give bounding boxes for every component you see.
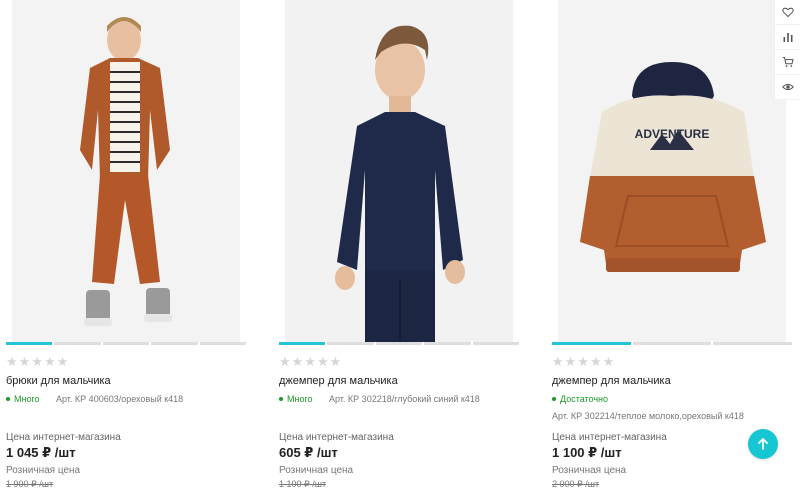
favorite-button[interactable]	[775, 0, 800, 25]
availability-status: Достаточно	[552, 394, 608, 404]
online-price-label: Цена интернет-магазина	[6, 432, 121, 443]
scroll-to-top-button[interactable]	[748, 429, 778, 459]
arrow-up-icon	[758, 438, 768, 450]
star-icon[interactable]: ★	[57, 356, 69, 369]
star-icon[interactable]: ★	[279, 356, 291, 369]
slider-segment[interactable]	[199, 342, 247, 345]
boy-in-navy-jumper-photo	[285, 0, 513, 342]
slider-segment[interactable]	[713, 342, 793, 345]
hoodie-print-text: ADVENTURE	[635, 127, 710, 141]
slider-segment[interactable]	[102, 342, 150, 345]
image-slider-indicator[interactable]	[6, 342, 247, 345]
add-to-cart-button[interactable]	[775, 50, 800, 75]
article-number: Арт. КР 400603/ореховый к418	[56, 394, 184, 404]
product-image[interactable]	[285, 0, 513, 342]
retail-price-label: Розничная цена	[552, 465, 627, 476]
slider-segment[interactable]	[151, 342, 198, 345]
star-icon[interactable]: ★	[292, 356, 304, 369]
online-price: 605 ₽ /шт	[279, 445, 338, 460]
star-icon[interactable]: ★	[31, 356, 43, 369]
retail-price: 1 100 ₽ /шт	[279, 479, 327, 489]
availability-label: Много	[14, 394, 40, 404]
availability-dot-icon	[279, 397, 283, 401]
online-price: 1 045 ₽ /шт	[6, 445, 76, 460]
availability-dot-icon	[6, 397, 10, 401]
product-card[interactable]: ADVENTURE ★ ★ ★ ★ ★ джемпер для мальчика…	[546, 0, 800, 491]
slider-segment[interactable]	[552, 342, 631, 345]
availability-status: Много	[6, 394, 40, 404]
slider-segment[interactable]	[54, 342, 101, 345]
heart-icon	[781, 7, 794, 18]
product-actions-bar	[774, 0, 800, 100]
product-image[interactable]	[12, 0, 240, 342]
compare-button[interactable]	[775, 25, 800, 50]
cart-icon	[782, 57, 794, 67]
boy-in-brown-tracksuit-photo	[12, 0, 240, 342]
article-number: Арт. КР 302218/глубокий синий к418	[329, 394, 480, 404]
star-icon[interactable]: ★	[317, 356, 329, 369]
rating-stars[interactable]: ★ ★ ★ ★ ★	[552, 356, 614, 369]
availability-status: Много	[279, 394, 313, 404]
star-icon[interactable]: ★	[552, 356, 564, 369]
star-icon[interactable]: ★	[330, 356, 342, 369]
hoodie-product-photo: ADVENTURE	[558, 0, 786, 342]
slider-segment[interactable]	[279, 342, 326, 345]
compare-icon	[783, 33, 792, 42]
availability-label: Достаточно	[560, 394, 609, 404]
slider-segment[interactable]	[632, 342, 712, 345]
product-card[interactable]: ★ ★ ★ ★ ★ джемпер для мальчика Много Арт…	[273, 0, 533, 491]
online-price-label: Цена интернет-магазина	[552, 432, 667, 443]
slider-segment[interactable]	[6, 342, 53, 345]
slider-segment[interactable]	[327, 342, 374, 345]
retail-price: 1 900 ₽ /шт	[6, 479, 54, 489]
retail-price: 2 000 ₽ /шт	[552, 479, 600, 489]
star-icon[interactable]: ★	[304, 356, 316, 369]
product-title[interactable]: брюки для мальчика	[6, 375, 111, 387]
article-number: Арт. КР 302214/теплое молоко,ореховый к4…	[552, 411, 744, 421]
slider-segment[interactable]	[424, 342, 471, 345]
star-icon[interactable]: ★	[19, 356, 31, 369]
rating-stars[interactable]: ★ ★ ★ ★ ★	[279, 356, 341, 369]
slider-segment[interactable]	[375, 342, 423, 345]
product-title[interactable]: джемпер для мальчика	[279, 375, 398, 387]
star-icon[interactable]: ★	[6, 356, 18, 369]
star-icon[interactable]: ★	[44, 356, 56, 369]
retail-price-label: Розничная цена	[6, 465, 81, 476]
slider-segment[interactable]	[472, 342, 520, 345]
availability-label: Много	[287, 394, 313, 404]
star-icon[interactable]: ★	[590, 356, 602, 369]
eye-icon	[781, 83, 794, 91]
online-price: 1 100 ₽ /шт	[552, 445, 622, 460]
star-icon[interactable]: ★	[565, 356, 577, 369]
online-price-label: Цена интернет-магазина	[279, 432, 394, 443]
star-icon[interactable]: ★	[577, 356, 589, 369]
star-icon[interactable]: ★	[603, 356, 615, 369]
product-image[interactable]: ADVENTURE	[558, 0, 786, 342]
product-title[interactable]: джемпер для мальчика	[552, 375, 671, 387]
retail-price-label: Розничная цена	[279, 465, 354, 476]
rating-stars[interactable]: ★ ★ ★ ★ ★	[6, 356, 68, 369]
product-card[interactable]: ★ ★ ★ ★ ★ брюки для мальчика Много Арт. …	[0, 0, 260, 491]
image-slider-indicator[interactable]	[552, 342, 793, 345]
availability-dot-icon	[552, 397, 556, 401]
image-slider-indicator[interactable]	[279, 342, 520, 345]
quick-view-button[interactable]	[775, 75, 800, 100]
